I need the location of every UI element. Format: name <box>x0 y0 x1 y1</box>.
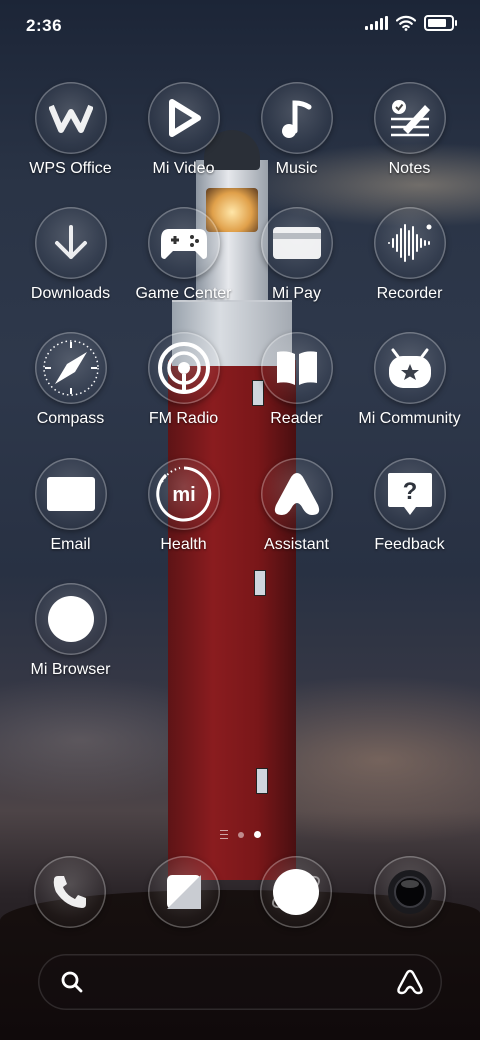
page-dot[interactable] <box>237 831 244 838</box>
waveform-icon <box>373 207 446 279</box>
svg-text:?: ? <box>402 478 417 505</box>
mi-mascot-icon <box>373 332 446 404</box>
lighthouse-tower <box>168 360 296 880</box>
wps-office-icon <box>34 82 107 154</box>
app-label: Music <box>275 160 318 177</box>
app-health[interactable]: mi Health <box>127 458 240 554</box>
status-time: 2:36 <box>26 16 63 35</box>
app-label: Health <box>160 536 207 553</box>
dock-browser[interactable] <box>260 856 332 928</box>
page-dot-active[interactable] <box>253 831 261 838</box>
dock-phone[interactable] <box>34 856 106 928</box>
radio-broadcast-icon <box>147 332 220 404</box>
svg-text:mi: mi <box>172 484 195 506</box>
app-label: FM Radio <box>148 410 219 427</box>
dock-camera[interactable] <box>374 856 446 928</box>
app-label: Recorder <box>376 285 443 302</box>
feed-page-icon[interactable] <box>219 830 228 839</box>
assistant-a-icon <box>260 458 333 530</box>
messaging-square-icon <box>148 856 220 928</box>
camera-lens-icon <box>374 856 446 928</box>
battery-icon <box>424 15 457 31</box>
browser-orbit-icon <box>260 856 332 928</box>
app-recorder[interactable]: Recorder <box>353 207 466 303</box>
app-music[interactable]: Music <box>240 82 353 178</box>
app-mi-browser[interactable]: Mi Browser <box>14 583 127 679</box>
app-feedback[interactable]: ? Feedback <box>353 458 466 554</box>
app-label: WPS Office <box>29 160 112 177</box>
app-label: Mi Pay <box>272 285 321 302</box>
search-icon <box>61 971 83 993</box>
app-label: Mi Browser <box>30 661 111 678</box>
app-notes[interactable]: Notes <box>353 82 466 178</box>
app-label: Mi Community <box>358 410 461 427</box>
app-label: Feedback <box>374 536 445 553</box>
tower-window <box>254 570 266 596</box>
app-fm-radio[interactable]: FM Radio <box>127 332 240 428</box>
app-game-center[interactable]: Game Center <box>127 207 240 303</box>
app-label: Email <box>50 536 91 553</box>
page-indicator[interactable] <box>0 830 480 839</box>
mi-health-icon: mi <box>147 458 220 530</box>
app-wps-office[interactable]: WPS Office <box>14 82 127 178</box>
app-label: Assistant <box>264 536 329 553</box>
app-email[interactable]: Email <box>14 458 127 554</box>
app-mi-community[interactable]: Mi Community <box>353 332 466 428</box>
app-mi-pay[interactable]: Mi Pay <box>240 207 353 303</box>
app-label: Reader <box>270 410 323 427</box>
app-downloads[interactable]: Downloads <box>14 207 127 303</box>
cellular-signal-icon <box>365 16 388 30</box>
app-assistant[interactable]: Assistant <box>240 458 353 554</box>
app-mi-video[interactable]: Mi Video <box>127 82 240 178</box>
notes-pen-icon <box>373 82 446 154</box>
book-icon <box>260 332 333 404</box>
compass-icon <box>34 332 107 404</box>
tower-window <box>256 768 268 794</box>
status-bar: 2:36 <box>0 0 480 52</box>
browser-globe-icon <box>34 583 107 655</box>
question-bubble-icon: ? <box>373 458 446 530</box>
card-icon <box>260 207 333 279</box>
gamepad-icon <box>147 207 220 279</box>
app-label: Compass <box>36 410 105 427</box>
phone-icon <box>34 856 106 928</box>
envelope-icon <box>34 458 107 530</box>
app-label: Downloads <box>30 285 111 302</box>
app-label: Notes <box>388 160 431 177</box>
music-note-icon <box>260 82 333 154</box>
assistant-a-icon[interactable] <box>396 968 424 996</box>
status-icons <box>365 15 457 31</box>
app-reader[interactable]: Reader <box>240 332 353 428</box>
app-label: Mi Video <box>152 160 215 177</box>
dock-messaging[interactable] <box>148 856 220 928</box>
app-label: Game Center <box>135 285 232 302</box>
download-arrow-icon <box>34 207 107 279</box>
play-icon <box>147 82 220 154</box>
wifi-icon <box>396 15 416 31</box>
app-compass[interactable]: Compass <box>14 332 127 428</box>
search-bar[interactable] <box>38 954 442 1010</box>
